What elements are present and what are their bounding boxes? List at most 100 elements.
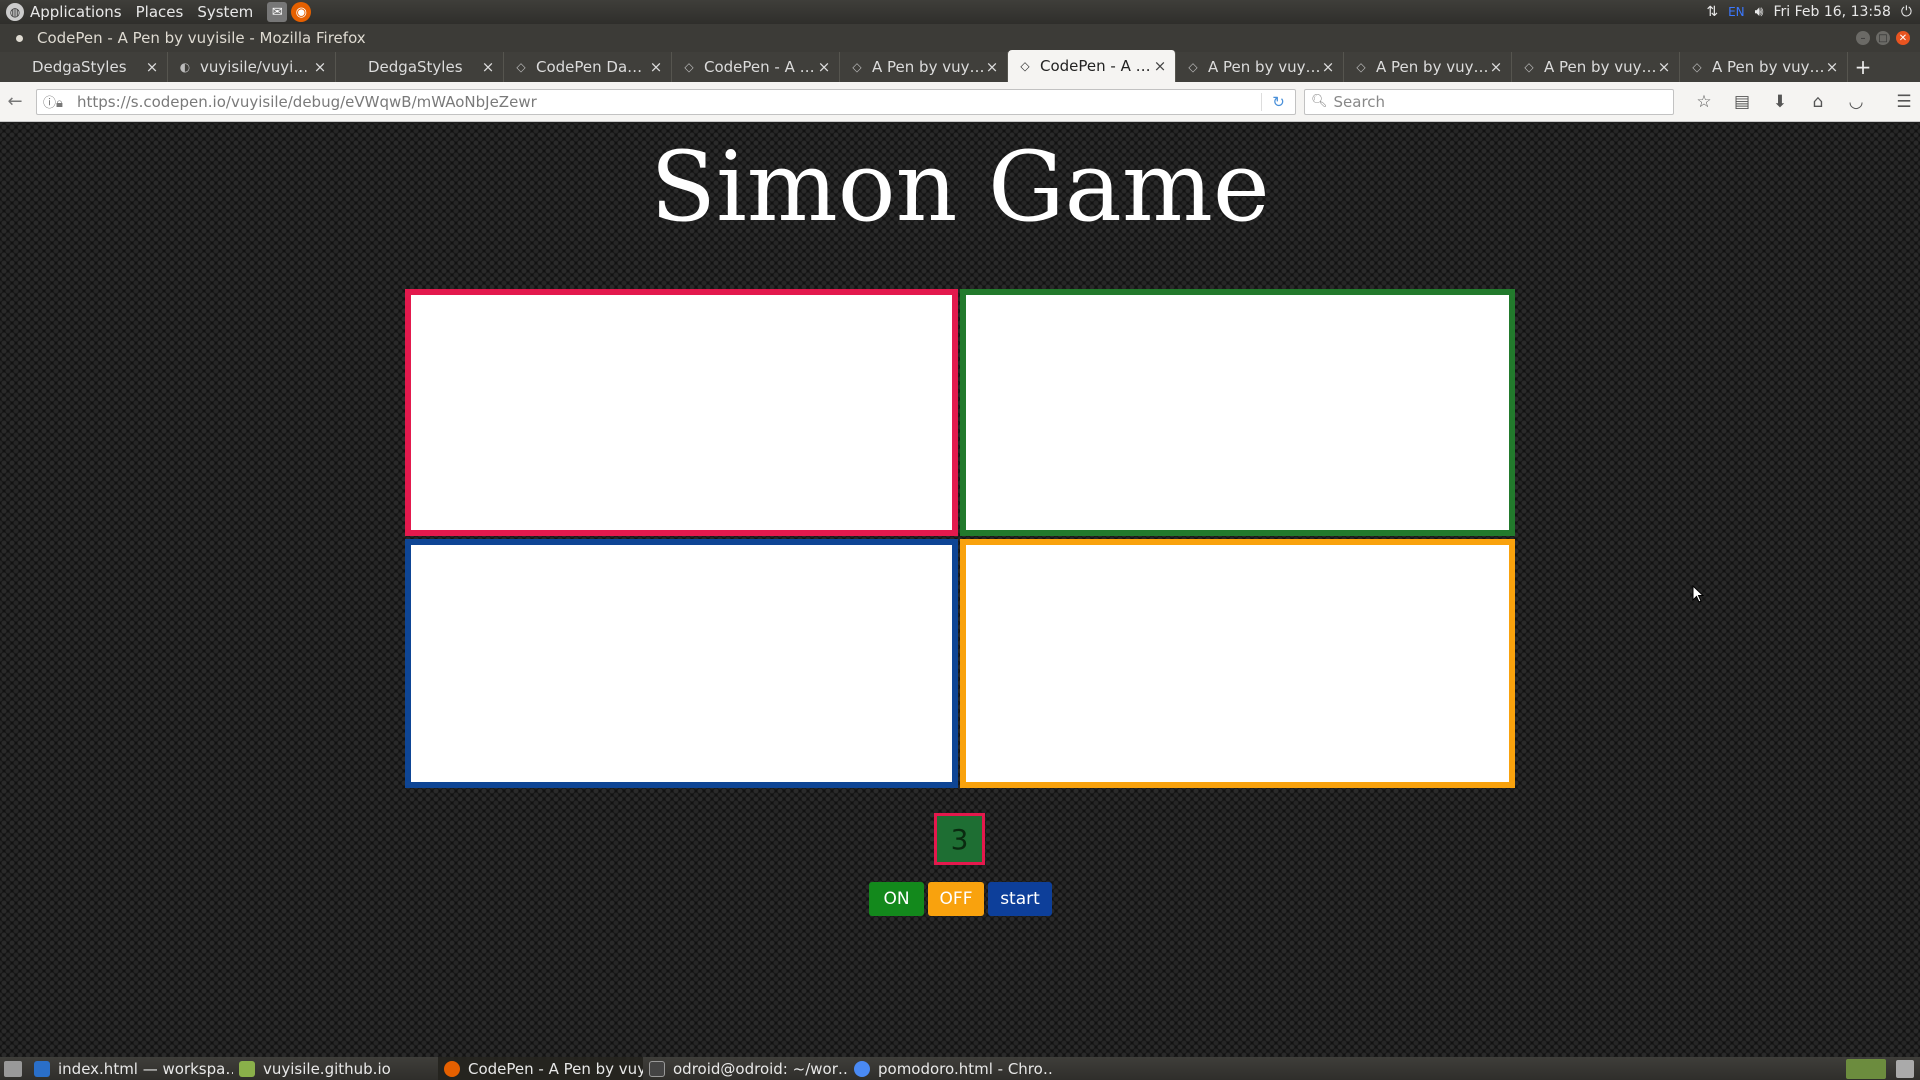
tab-close-icon[interactable]: × (1153, 57, 1167, 75)
url-bar[interactable]: ⓘ🔒︎ https://s.codepen.io/vuyisile/debug/… (36, 88, 1296, 115)
mail-launcher-icon[interactable]: ✉ (267, 2, 288, 22)
chrome-icon (854, 1060, 870, 1077)
tab[interactable]: ◇ A Pen by vuyi… × (1512, 52, 1680, 82)
tab-active[interactable]: ◇ CodePen - A P… × (1008, 50, 1176, 82)
page-content: Simon Game 3 ON OFF start (0, 123, 1920, 1057)
tab-close-icon[interactable]: × (481, 58, 495, 76)
green-pad[interactable] (960, 289, 1515, 536)
site-info-icon[interactable]: ⓘ🔒︎ (43, 92, 71, 111)
taskbar-item-label: vuyisile.github.io (263, 1059, 391, 1078)
tab[interactable]: ◇ CodePen Das… × (504, 52, 672, 82)
close-window-icon[interactable]: ✕ (1896, 31, 1910, 45)
tab-label: A Pen by vuyi… (1712, 58, 1825, 76)
show-desktop-icon[interactable] (4, 1060, 22, 1077)
tab[interactable]: ◇ A Pen by vuyi… × (1680, 52, 1848, 82)
keyboard-layout-indicator[interactable]: EN (1728, 5, 1745, 19)
taskbar-item[interactable]: odroid@odroid: ~/wor… (643, 1057, 848, 1080)
tab-close-icon[interactable]: × (313, 58, 327, 76)
firefox-launcher-icon[interactable]: ◉ (291, 2, 312, 22)
blue-pad[interactable] (405, 539, 958, 788)
pocket-icon[interactable]: ◡ (1842, 88, 1870, 116)
taskbar-item-label: index.html — workspa… (58, 1059, 233, 1078)
tab-close-icon[interactable]: × (1489, 58, 1503, 76)
network-icon[interactable]: ⇅ (1706, 4, 1718, 20)
window-controls: – □ ✕ (1856, 31, 1920, 45)
terminal-icon (649, 1060, 665, 1077)
start-button[interactable]: start (988, 882, 1052, 916)
tab-label: CodePen - A P… (1040, 57, 1153, 75)
tab[interactable]: ◐ vuyisile/vuyis… × (168, 52, 336, 82)
os-menu-applications[interactable]: Applications (30, 3, 122, 21)
tab-label: CodePen - A P… (704, 58, 817, 76)
toolbar-icons: ☆ ▤ ⬇ ⌂ ◡ ☰ (1690, 88, 1918, 116)
tab-close-icon[interactable]: × (649, 58, 663, 76)
volume-icon[interactable]: 🔊︎ (1755, 4, 1764, 20)
tab[interactable]: ◇ CodePen - A P… × (672, 52, 840, 82)
github-icon: ◐ (179, 60, 191, 74)
codepen-icon: ◇ (516, 60, 526, 74)
os-menu-places[interactable]: Places (136, 3, 184, 21)
trash-icon[interactable] (1896, 1059, 1914, 1078)
tab[interactable]: DedgaStyles × (0, 52, 168, 82)
window-title: CodePen - A Pen by vuyisile - Mozilla Fi… (37, 29, 366, 47)
new-tab-button[interactable]: + (1848, 52, 1878, 82)
tab-label: A Pen by vuyi… (1208, 58, 1321, 76)
hamburger-menu-icon[interactable]: ☰ (1890, 88, 1918, 116)
text-editor-icon (34, 1060, 50, 1077)
taskbar-item[interactable]: index.html — workspa… (28, 1057, 233, 1080)
window-title-bar: CodePen - A Pen by vuyisile - Mozilla Fi… (0, 24, 1920, 52)
blank-page-icon (10, 60, 24, 74)
tab-label: A Pen by vuyi… (872, 58, 985, 76)
tab-close-icon[interactable]: × (985, 58, 999, 76)
reading-list-icon[interactable]: ▤ (1728, 88, 1756, 116)
maximize-icon[interactable]: □ (1876, 31, 1890, 45)
game-title: Simon Game (650, 131, 1270, 243)
tab[interactable]: ◇ A Pen by vuyi… × (1176, 52, 1344, 82)
codepen-icon: ◇ (1356, 60, 1366, 74)
codepen-icon: ◇ (1188, 60, 1198, 74)
tab[interactable]: DedgaStyles × (336, 52, 504, 82)
tab-label: vuyisile/vuyis… (200, 58, 313, 76)
power-icon[interactable]: ⏻ (1901, 4, 1912, 20)
tab-close-icon[interactable]: × (817, 58, 831, 76)
codepen-icon: ◇ (1020, 59, 1030, 73)
reload-icon[interactable]: ↻ (1261, 92, 1295, 111)
search-input[interactable]: 🔍︎ Search (1304, 88, 1674, 115)
tab-label: DedgaStyles (32, 58, 127, 76)
tab-strip: DedgaStyles × ◐ vuyisile/vuyis… × DedgaStyl… (0, 50, 1920, 82)
red-pad[interactable] (405, 289, 958, 536)
tab-label: A Pen by vuyi… (1376, 58, 1489, 76)
codepen-icon: ◇ (852, 60, 862, 74)
url-text[interactable]: https://s.codepen.io/vuyisile/debug/eVWq… (77, 93, 1261, 111)
clock[interactable]: Fri Feb 16, 13:58 (1773, 4, 1890, 20)
tab[interactable]: ◇ A Pen by vuyi… × (840, 52, 1008, 82)
taskbar-item-label: pomodoro.html - Chro… (878, 1059, 1053, 1078)
yellow-pad[interactable] (960, 539, 1515, 788)
os-menu-logo-icon[interactable]: ◍ (6, 3, 24, 21)
tab[interactable]: ◇ A Pen by vuyi… × (1344, 52, 1512, 82)
folder-icon (239, 1060, 255, 1077)
home-icon[interactable]: ⌂ (1804, 88, 1832, 116)
tab-close-icon[interactable]: × (1657, 58, 1671, 76)
download-icon[interactable]: ⬇ (1766, 88, 1794, 116)
back-button[interactable]: ← (0, 87, 30, 117)
bookmark-star-icon[interactable]: ☆ (1690, 88, 1718, 116)
on-button[interactable]: ON (869, 882, 924, 916)
tab-close-icon[interactable]: × (145, 58, 159, 76)
taskbar-item-active[interactable]: CodePen - A Pen by vuy… (438, 1057, 643, 1080)
firefox-icon (444, 1060, 460, 1077)
tab-close-icon[interactable]: × (1825, 58, 1839, 76)
search-icon: 🔍︎ (1311, 94, 1328, 109)
window-menu-dot-icon[interactable] (16, 34, 23, 42)
workspace-switcher[interactable] (1846, 1058, 1886, 1079)
taskbar-item[interactable]: vuyisile.github.io (233, 1057, 438, 1080)
os-tray: ⇅ EN 🔊︎ Fri Feb 16, 13:58 ⏻ (1706, 4, 1920, 20)
bottom-tray (1846, 1058, 1920, 1079)
tab-close-icon[interactable]: × (1321, 58, 1335, 76)
tab-label: CodePen Das… (536, 58, 649, 76)
off-button[interactable]: OFF (928, 882, 984, 916)
taskbar-item[interactable]: pomodoro.html - Chro… (848, 1057, 1053, 1080)
minimize-icon[interactable]: – (1856, 31, 1870, 45)
codepen-icon: ◇ (1524, 60, 1534, 74)
os-menu-system[interactable]: System (197, 3, 253, 21)
